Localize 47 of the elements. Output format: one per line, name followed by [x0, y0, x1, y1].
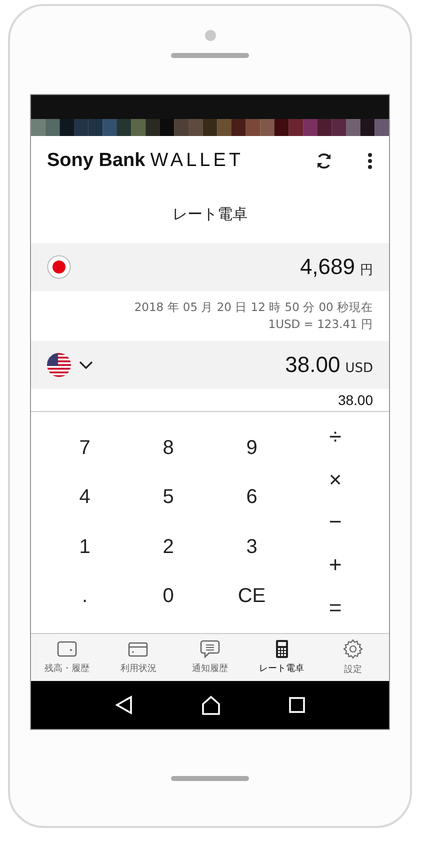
digit-key[interactable]: 4: [43, 473, 126, 522]
digit-key[interactable]: 6: [210, 473, 294, 522]
tab[interactable]: 利用状況: [102, 634, 174, 681]
input-value: 38.00: [338, 392, 373, 408]
rate-text: 1USD = 123.41 円: [268, 317, 373, 332]
digit-key[interactable]: 1: [43, 522, 126, 572]
operator-key[interactable]: −: [294, 501, 377, 544]
digit-key[interactable]: 2: [126, 522, 210, 572]
home-icon[interactable]: [201, 695, 221, 715]
digit-key[interactable]: 9: [210, 424, 294, 474]
operator-key[interactable]: +: [294, 544, 377, 586]
tab[interactable]: 残高・履歴: [31, 634, 103, 681]
logo-text: WALLET: [150, 150, 244, 172]
camera-icon: [204, 30, 216, 41]
refresh-icon[interactable]: [315, 152, 333, 170]
tab[interactable]: 設定: [317, 634, 389, 681]
chevron-down-icon[interactable]: [79, 360, 93, 370]
digit-key[interactable]: 0: [126, 572, 210, 621]
back-icon[interactable]: [115, 695, 133, 715]
more-icon[interactable]: [367, 152, 373, 170]
tab[interactable]: 通知履歴: [174, 634, 246, 681]
digit-key[interactable]: 3: [210, 522, 294, 572]
logo-text: Sony Bank: [47, 150, 146, 172]
speaker-icon: [171, 776, 249, 780]
unit-text: 円: [360, 262, 373, 279]
unit-text: USD: [345, 361, 373, 376]
operator-key[interactable]: =: [294, 586, 377, 629]
digit-key[interactable]: 8: [126, 424, 210, 474]
operator-key[interactable]: ÷: [294, 416, 377, 459]
digit-key[interactable]: 7: [43, 424, 126, 474]
timestamp-text: 2018 年 05 月 20 日 12 時 50 分 00 秒現在: [134, 300, 373, 315]
digit-key[interactable]: 5: [126, 473, 210, 522]
tab[interactable]: レート電卓: [246, 634, 318, 681]
digit-key[interactable]: CE: [210, 572, 294, 621]
page-title: レート電卓: [172, 205, 248, 224]
recents-icon[interactable]: [289, 697, 305, 713]
flag-icon: [47, 255, 71, 279]
gear-icon: [343, 639, 364, 659]
digit-key[interactable]: .: [43, 572, 126, 621]
card-icon: [128, 640, 148, 658]
flag-icon: [47, 353, 71, 377]
amount-text: 4,689: [300, 254, 355, 280]
message-icon: [200, 640, 220, 658]
wallet-icon: [56, 640, 77, 658]
amount-text: 38.00: [285, 352, 340, 378]
operator-key[interactable]: ×: [294, 458, 377, 502]
speaker-icon: [171, 53, 249, 58]
